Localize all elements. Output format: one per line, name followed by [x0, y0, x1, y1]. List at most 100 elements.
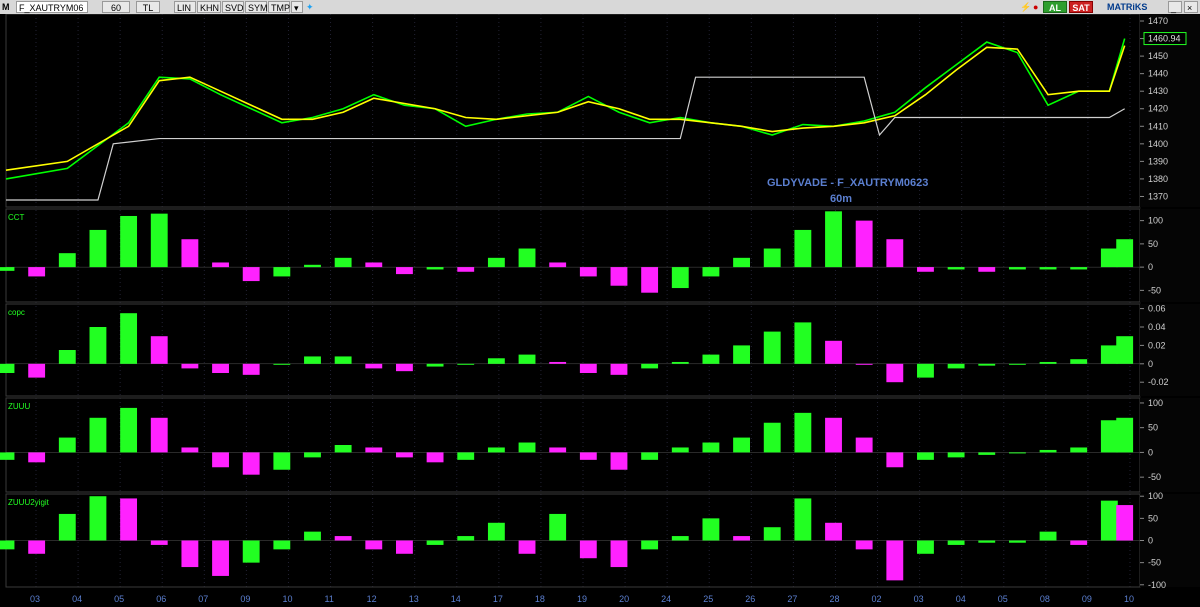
- minimize-icon[interactable]: _: [1168, 1, 1182, 13]
- indicator-bar: [1070, 447, 1088, 453]
- indicator-bar: [304, 356, 321, 364]
- toolbar-button-tmp[interactable]: TMP: [268, 1, 290, 13]
- indicator-bar: [457, 536, 475, 541]
- indicator-bar: [1116, 239, 1134, 268]
- indicator-bar: [0, 363, 15, 373]
- toolbar-button-khn[interactable]: KHN: [197, 1, 221, 13]
- indicator-bar: [579, 452, 597, 460]
- indicator-bar: [886, 239, 904, 268]
- indicator-bar: [1116, 417, 1134, 453]
- indicator-bar: [733, 345, 750, 364]
- y-tick-label: -50: [1148, 558, 1161, 568]
- indicator-bar: [242, 363, 260, 375]
- indicator-bar: [120, 313, 138, 364]
- chart-annotation-sub: 60m: [830, 193, 852, 205]
- indicator-bar: [518, 354, 536, 364]
- currency-selector[interactable]: TL: [136, 1, 160, 13]
- indicator-bar: [150, 417, 168, 453]
- indicator-bar: [426, 452, 444, 463]
- x-tick-label: 05: [114, 594, 124, 604]
- indicator-bar: [304, 264, 321, 268]
- indicator-bar: [763, 422, 781, 453]
- panel-title: CCT: [8, 213, 25, 222]
- indicator-bar: [242, 540, 260, 563]
- indicator-bar: [181, 447, 199, 453]
- toolbar-button-lin[interactable]: LIN: [174, 1, 196, 13]
- y-tick-label: 1400: [1148, 139, 1168, 149]
- indicator-bar: [1039, 361, 1057, 364]
- buy-button[interactable]: AL: [1043, 1, 1067, 13]
- x-axis-strip: [0, 588, 1200, 607]
- indicator-bar: [426, 267, 444, 270]
- x-tick-label: 24: [661, 594, 671, 604]
- indicator-bar: [947, 540, 965, 545]
- price-box-label: 1460.94: [1148, 34, 1181, 44]
- indicator-bar: [1100, 420, 1118, 453]
- dropdown-arrow-icon[interactable]: ▾: [291, 1, 303, 13]
- indicator-bar: [426, 540, 444, 545]
- indicator-bar: [334, 536, 352, 541]
- close-icon[interactable]: ×: [1184, 1, 1198, 13]
- indicator-bar: [1008, 267, 1026, 270]
- indicator-bar: [549, 361, 567, 364]
- y-tick-label: 1390: [1148, 156, 1168, 166]
- indicator-bar: [733, 257, 750, 268]
- indicator-bar: [1039, 267, 1057, 270]
- indicator-bar: [641, 267, 659, 293]
- indicator-bar: [396, 267, 413, 275]
- symbol-field[interactable]: F_XAUTRYM06: [16, 1, 88, 13]
- x-tick-label: 08: [1040, 594, 1050, 604]
- sell-button[interactable]: SAT: [1069, 1, 1093, 13]
- indicator-bar: [212, 363, 229, 373]
- indicator-bar: [365, 262, 383, 268]
- indicator-bar: [855, 220, 873, 268]
- indicator-bar: [917, 452, 934, 460]
- indicator-bar: [733, 437, 750, 453]
- toolbar-button-sym[interactable]: SYM: [245, 1, 268, 13]
- indicator-bar: [794, 498, 812, 541]
- indicator-bar: [334, 257, 352, 268]
- y-tick-label: 100: [1148, 491, 1163, 501]
- indicator-bar: [487, 257, 505, 268]
- x-tick-label: 17: [493, 594, 503, 604]
- indicator-bar: [273, 267, 291, 277]
- indicator-bar: [1008, 363, 1026, 365]
- y-tick-label: 0.04: [1148, 322, 1166, 332]
- indicator-bar: [855, 437, 873, 453]
- toolbar-button-svd[interactable]: SVD: [222, 1, 244, 13]
- indicator-bar: [702, 518, 720, 541]
- indicator-bar: [855, 363, 873, 365]
- indicator-bar: [487, 522, 505, 541]
- twitter-icon[interactable]: ✦: [304, 1, 316, 13]
- x-tick-label: 02: [872, 594, 882, 604]
- indicator-bar: [28, 540, 46, 554]
- alert-icon[interactable]: ●: [1031, 1, 1040, 13]
- indicator-bar: [610, 540, 628, 568]
- indicator-bar: [978, 363, 996, 366]
- indicator-bar: [610, 363, 628, 375]
- period-selector[interactable]: 60: [102, 1, 130, 13]
- x-tick-label: 26: [745, 594, 755, 604]
- indicator-bar: [947, 267, 965, 270]
- indicator-bar: [212, 262, 229, 268]
- indicator-bar: [457, 363, 475, 365]
- x-tick-label: 13: [409, 594, 419, 604]
- y-tick-label: 100: [1148, 398, 1163, 408]
- indicator-bar: [0, 452, 15, 460]
- indicator-bar: [579, 363, 597, 373]
- y-tick-label: 1410: [1148, 121, 1168, 131]
- indicator-bar: [457, 267, 475, 272]
- indicator-bar: [947, 452, 965, 458]
- panel-title: ZUUU2yigit: [8, 498, 50, 507]
- indicator-bar: [89, 496, 107, 541]
- indicator-bar: [181, 540, 199, 568]
- x-tick-label: 03: [914, 594, 924, 604]
- indicator-bar: [641, 540, 659, 550]
- chart-annotation-title: GLDYVADE - F_XAUTRYM0623: [767, 177, 928, 189]
- indicator-bar: [28, 452, 46, 463]
- y-tick-label: -50: [1148, 285, 1161, 295]
- indicator-bar: [978, 267, 996, 272]
- chart-area[interactable]: 1470146014501440143014201410140013901380…: [0, 14, 1200, 607]
- indicator-bar: [702, 354, 720, 364]
- indicator-bar: [1039, 449, 1057, 453]
